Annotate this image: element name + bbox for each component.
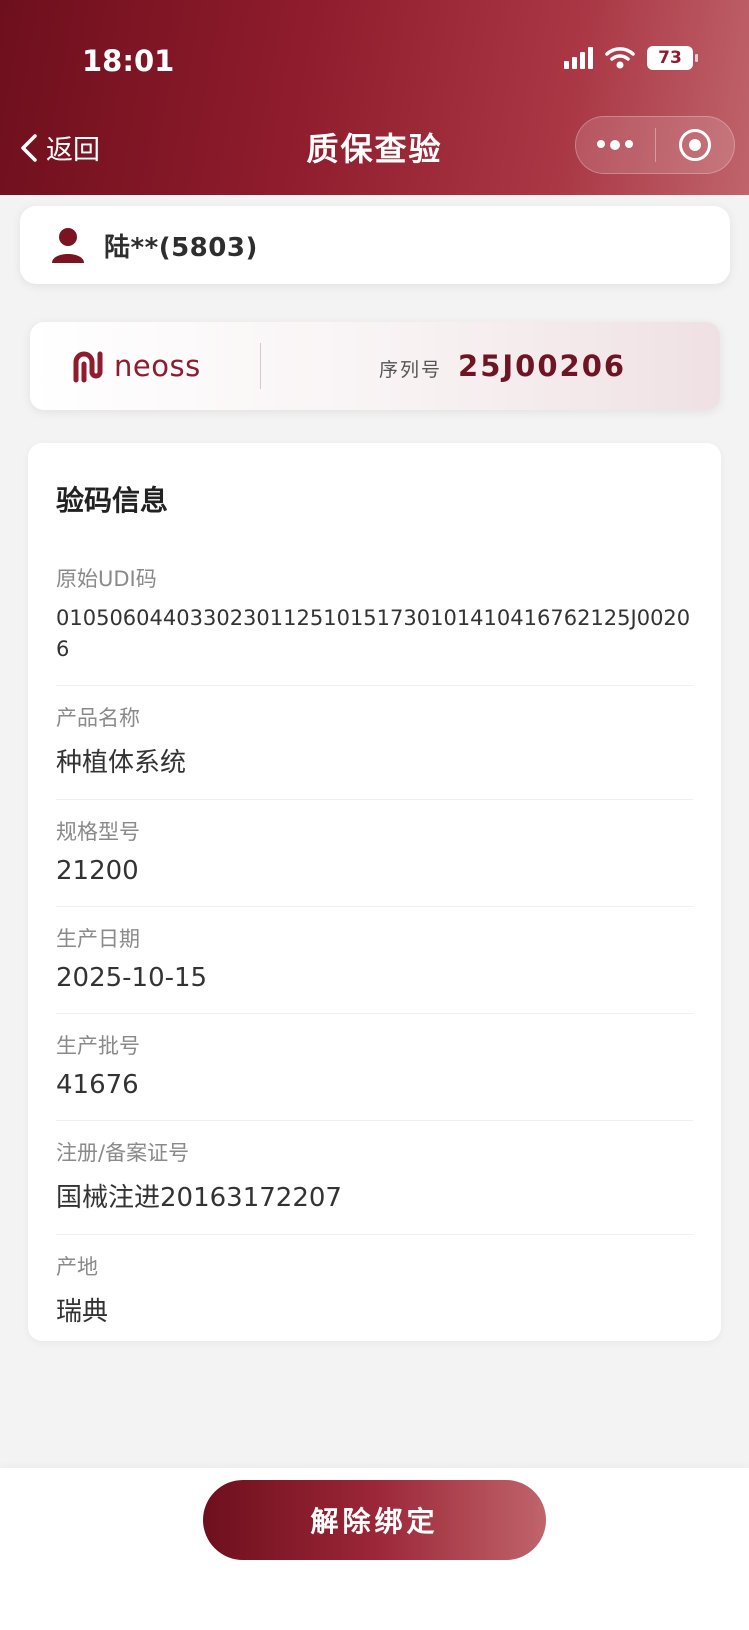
- serial-number: 序列号 25J00206: [379, 349, 626, 383]
- field-model: 规格型号 21200: [56, 800, 693, 907]
- bottom-action-bar: 解除绑定: [0, 1468, 749, 1630]
- wifi-icon: [605, 47, 635, 69]
- status-icons: 73: [564, 46, 698, 70]
- brand-name: neoss: [114, 349, 201, 383]
- field-batch-number: 生产批号 41676: [56, 1014, 693, 1121]
- user-icon: [52, 228, 84, 263]
- target-icon: [678, 129, 711, 161]
- serial-card: neoss 序列号 25J00206: [30, 322, 720, 410]
- field-udi: 原始UDI码 010506044033023011251015173010141…: [56, 547, 693, 686]
- field-label: 注册/备案证号: [56, 1141, 190, 1165]
- verification-info-card: 验码信息 原始UDI码 0105060440330230112510151730…: [28, 443, 721, 1341]
- field-label: 产地: [56, 1255, 98, 1279]
- section-title: 验码信息: [56, 484, 169, 517]
- signal-icon: [564, 47, 593, 69]
- brand-logo: neoss: [30, 346, 230, 386]
- more-button[interactable]: [576, 117, 655, 173]
- field-registration-number: 注册/备案证号 国械注进20163172207: [56, 1121, 693, 1235]
- battery-icon: 73: [647, 46, 698, 70]
- field-value: 2025-10-15: [56, 963, 208, 993]
- divider: [260, 343, 261, 389]
- field-label: 生产批号: [56, 1034, 140, 1058]
- header: 18:01 73 返回 质保查验: [0, 0, 749, 195]
- field-production-date: 生产日期 2025-10-15: [56, 907, 693, 1014]
- field-value: 21200: [56, 856, 139, 886]
- field-origin: 产地 瑞典: [56, 1235, 693, 1348]
- more-icon: [597, 140, 634, 150]
- field-label: 产品名称: [56, 706, 140, 730]
- field-value: 瑞典: [56, 1297, 109, 1327]
- field-value: 0105060440330230112510151730101410416762…: [56, 606, 691, 661]
- serial-value: 25J00206: [458, 349, 627, 383]
- miniprogram-capsule: [575, 116, 735, 174]
- field-product-name: 产品名称 种植体系统: [56, 686, 693, 800]
- field-label: 原始UDI码: [56, 567, 157, 591]
- neoss-logo-icon: [73, 351, 103, 383]
- field-value: 41676: [56, 1070, 139, 1100]
- serial-label: 序列号: [379, 359, 443, 381]
- field-label: 规格型号: [56, 820, 140, 844]
- user-card: 陆**(5803): [20, 206, 730, 284]
- status-time: 18:01: [82, 44, 175, 78]
- user-name: 陆**(5803): [104, 232, 258, 263]
- field-label: 生产日期: [56, 927, 140, 951]
- field-value: 种植体系统: [56, 748, 187, 778]
- unbind-button[interactable]: 解除绑定: [203, 1480, 546, 1560]
- close-miniprogram-button[interactable]: [656, 117, 735, 173]
- field-value: 国械注进20163172207: [56, 1183, 342, 1213]
